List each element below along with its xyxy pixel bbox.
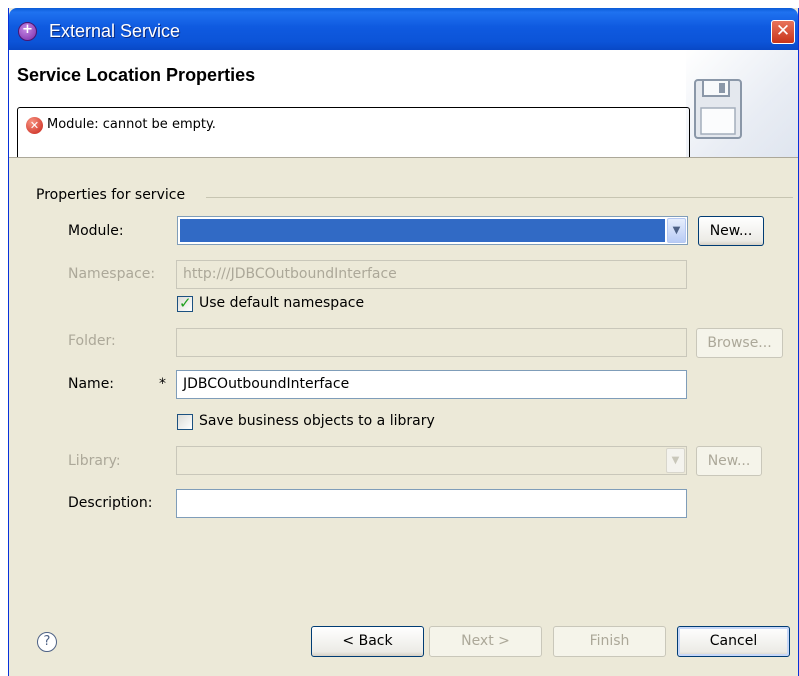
chevron-down-icon[interactable]: ▼ (666, 448, 685, 473)
folder-browse-button[interactable]: Browse... (696, 328, 783, 358)
floppy-disk-icon (694, 79, 742, 139)
folder-field[interactable] (176, 328, 687, 357)
save-to-library-checkbox[interactable] (177, 414, 193, 430)
use-default-namespace-label: Use default namespace (199, 295, 365, 311)
required-marker: * (159, 376, 166, 392)
name-field[interactable]: JDBCOutboundInterface (176, 370, 687, 399)
help-icon[interactable]: ? (37, 632, 57, 652)
page-title: Service Location Properties (17, 65, 256, 85)
title-bar[interactable]: + External Service ✕ (9, 8, 798, 50)
cancel-button[interactable]: Cancel (677, 626, 790, 657)
module-dropdown[interactable]: ▼ (177, 216, 688, 245)
module-new-button[interactable]: New... (698, 216, 764, 246)
back-button[interactable]: < Back (311, 626, 424, 657)
description-label: Description: (68, 495, 153, 511)
namespace-field[interactable]: http:///JDBCOutboundInterface (176, 260, 687, 289)
save-to-library-label: Save business objects to a library (199, 413, 435, 429)
group-label: Properties for service (36, 187, 186, 203)
message-area: ✕ Module: cannot be empty. (17, 107, 690, 157)
module-label: Module: (68, 223, 124, 239)
dialog-window: + External Service ✕ Service Location Pr… (8, 8, 799, 676)
library-label: Library: (68, 453, 121, 469)
use-default-namespace-checkbox[interactable]: ✓ (177, 294, 193, 312)
error-message: Module: cannot be empty. (47, 117, 216, 132)
name-label: Name: (68, 376, 115, 392)
window-title: External Service (49, 21, 181, 41)
namespace-label: Namespace: (68, 266, 156, 282)
wizard-header: Service Location Properties ✕ Module: ca… (9, 50, 798, 157)
close-button[interactable]: ✕ (771, 20, 795, 44)
library-new-button[interactable]: New... (696, 446, 762, 476)
error-icon: ✕ (26, 117, 43, 134)
finish-button[interactable]: Finish (553, 626, 666, 657)
library-dropdown[interactable]: ▼ (176, 446, 687, 475)
module-selection (180, 219, 665, 242)
group-divider (206, 197, 793, 198)
description-field[interactable] (176, 489, 687, 518)
folder-label: Folder: (68, 333, 116, 349)
header-separator (9, 157, 798, 158)
next-button[interactable]: Next > (429, 626, 542, 657)
app-icon: + (18, 22, 37, 41)
chevron-down-icon[interactable]: ▼ (667, 218, 686, 243)
